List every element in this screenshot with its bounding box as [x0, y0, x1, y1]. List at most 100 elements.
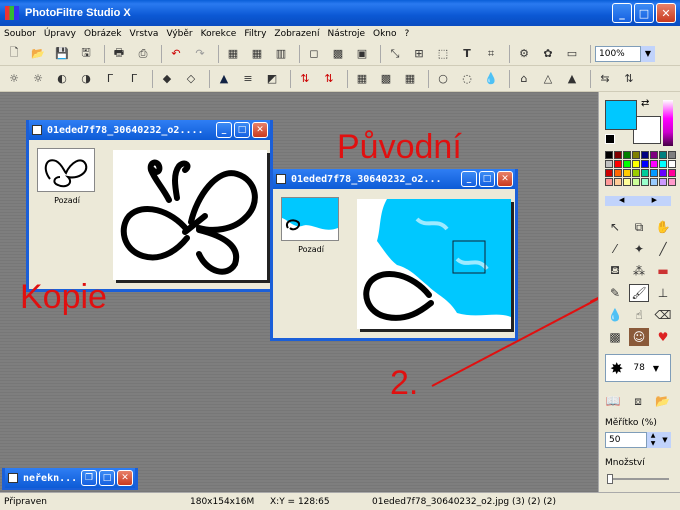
mosaic-icon[interactable]: ▦	[352, 70, 372, 88]
copy-layer-thumbnail[interactable]	[37, 148, 95, 192]
gamma-minus-icon[interactable]: Γ	[124, 70, 144, 88]
default-colors-icon[interactable]	[605, 134, 615, 144]
pointer-tool-icon[interactable]: ↖	[605, 218, 625, 236]
brightness-minus-icon[interactable]: ☼	[28, 70, 48, 88]
brush-dropdown-icon[interactable]: ▼	[653, 364, 659, 373]
gamma-plus-icon[interactable]: Γ	[100, 70, 120, 88]
fullscreen-icon[interactable]: ▭	[562, 45, 582, 63]
spray-tool-icon[interactable]: ⁂	[629, 262, 649, 280]
brush-settings-icon[interactable]: ⧈	[630, 392, 647, 410]
copy-document-window[interactable]: 01eded7f78_30640232_o2.... _ □ ✕ Pozadí	[26, 120, 273, 292]
magic-wand-tool-icon[interactable]: ✦	[629, 240, 649, 258]
menu-korekce[interactable]: Korekce	[201, 29, 237, 39]
eyedropper-tool-icon[interactable]: ⁄	[605, 240, 625, 258]
workspace[interactable]: 01eded7f78_30640232_o2.... _ □ ✕ Pozadí	[0, 92, 598, 492]
blur-tool-icon[interactable]: 💧	[605, 306, 625, 324]
palette-right-icon[interactable]: ▶	[652, 196, 657, 206]
scale-stepper[interactable]: ▲ ▼	[647, 432, 659, 448]
blur-icon[interactable]: ○	[433, 70, 453, 88]
brush-tool-icon[interactable]: ✎	[605, 284, 625, 302]
explorer-icon[interactable]: ✿	[538, 45, 558, 63]
redo-icon[interactable]: ↷	[190, 45, 210, 63]
hand-tool-icon[interactable]: ✋	[653, 218, 673, 236]
close-button[interactable]: ✕	[656, 3, 676, 23]
eraser-tool-icon[interactable]: ▬	[653, 262, 673, 280]
original-layer-thumbnail[interactable]	[281, 197, 339, 241]
new-file-icon[interactable]: 🗋	[4, 45, 24, 63]
background-color-swatch[interactable]	[633, 116, 661, 144]
save-as-icon[interactable]: 🖫	[76, 45, 96, 63]
advanced-brush-tool-icon[interactable]: 🖌	[629, 284, 649, 302]
zoom-dropdown-icon[interactable]: ▼	[641, 45, 655, 62]
line-tool-icon[interactable]: ╱	[653, 240, 673, 258]
foreground-color-swatch[interactable]	[605, 100, 637, 130]
stamp-tool-icon[interactable]: ⊥	[653, 284, 673, 302]
minimized-maximize-button[interactable]: □	[99, 470, 115, 486]
strawberry-tool-icon[interactable]: ♥	[653, 328, 673, 346]
crop-icon[interactable]: ⌗	[481, 45, 501, 63]
scale-dropdown-icon[interactable]: ▼	[659, 432, 671, 448]
menu-help[interactable]: ?	[405, 29, 410, 39]
emboss-icon[interactable]: ⌂	[514, 70, 534, 88]
grayscale-icon[interactable]: ◩	[262, 70, 282, 88]
quantity-slider[interactable]	[607, 474, 669, 484]
sharpen-icon[interactable]: △	[538, 70, 558, 88]
canvas-size-icon[interactable]: ⊞	[409, 45, 429, 63]
auto-contrast-icon[interactable]: ⇅	[319, 70, 339, 88]
copy-maximize-button[interactable]: □	[234, 122, 250, 138]
paste-new-icon[interactable]: ▥	[271, 45, 291, 63]
brightness-plus-icon[interactable]: ☼	[4, 70, 24, 88]
brush-folder-icon[interactable]: 📂	[654, 392, 671, 410]
menu-vrstva[interactable]: Vrstva	[130, 29, 159, 39]
undo-icon[interactable]: ↶	[166, 45, 186, 63]
menu-zobrazeni[interactable]: Zobrazení	[274, 29, 319, 39]
scale-input[interactable]: 50	[605, 432, 647, 448]
original-maximize-button[interactable]: □	[479, 171, 495, 187]
paste-image-icon[interactable]: ▦	[247, 45, 267, 63]
color-palette[interactable]	[605, 151, 676, 186]
copy-canvas[interactable]	[113, 150, 267, 280]
palette-left-icon[interactable]: ◀	[619, 196, 624, 206]
brush-preset[interactable]: ✸ 78 ▼	[605, 354, 671, 382]
soften-icon[interactable]: ◌	[457, 70, 477, 88]
plugins-icon[interactable]: ⚙	[514, 45, 534, 63]
swap-colors-icon[interactable]: ⇄	[641, 98, 649, 109]
original-close-button[interactable]: ✕	[497, 171, 513, 187]
smudge-tool-icon[interactable]: ☝	[629, 306, 649, 324]
flip-horizontal-icon[interactable]: ⇆	[595, 70, 615, 88]
menu-vyber[interactable]: Výběr	[166, 29, 192, 39]
sharpen-more-icon[interactable]: ▲	[562, 70, 582, 88]
contrast-plus-icon[interactable]: ◐	[52, 70, 72, 88]
pattern-icon[interactable]: ▦	[400, 70, 420, 88]
saturation-minus-icon[interactable]: ◇	[181, 70, 201, 88]
scan-icon[interactable]: ⎙	[133, 45, 153, 63]
text-icon[interactable]: T	[457, 45, 477, 63]
image-size-icon[interactable]: ⤡	[385, 45, 405, 63]
selection-icon[interactable]: ⬚	[433, 45, 453, 63]
copy-image-icon[interactable]: ▦	[223, 45, 243, 63]
zoom-select[interactable]: 100%	[595, 45, 641, 62]
auto-levels-icon[interactable]: ⇅	[295, 70, 315, 88]
transform-tool-icon[interactable]: ⧉	[629, 218, 649, 236]
flip-vertical-icon[interactable]: ⇅	[619, 70, 639, 88]
noise-icon[interactable]: ▩	[376, 70, 396, 88]
color-mode-icon[interactable]: ▩	[328, 45, 348, 63]
print-icon[interactable]: 🖶	[109, 45, 129, 63]
brush-library-icon[interactable]: 📖	[605, 392, 622, 410]
open-folder-icon[interactable]: 📂	[28, 45, 48, 63]
maximize-button[interactable]: □	[634, 3, 654, 23]
menu-filtry[interactable]: Filtry	[244, 29, 266, 39]
transparency-icon[interactable]: ◻	[304, 45, 324, 63]
menu-upravy[interactable]: Úpravy	[44, 29, 76, 39]
save-icon[interactable]: 💾	[52, 45, 72, 63]
color-gradient-slider[interactable]	[663, 100, 673, 146]
effects-icon[interactable]: ▣	[352, 45, 372, 63]
copy-minimize-button[interactable]: _	[216, 122, 232, 138]
drop-icon[interactable]: 💧	[481, 70, 501, 88]
portrait-tool-icon[interactable]: ☺	[629, 328, 649, 346]
minimized-document-window[interactable]: neřekn... ❐ □ ✕	[2, 468, 138, 490]
menu-obrazek[interactable]: Obrázek	[84, 29, 122, 39]
fill-tool-icon[interactable]: ⛾	[605, 262, 625, 280]
pattern-tool-icon[interactable]: ▩	[605, 328, 625, 346]
curves-icon[interactable]: ≡	[238, 70, 258, 88]
